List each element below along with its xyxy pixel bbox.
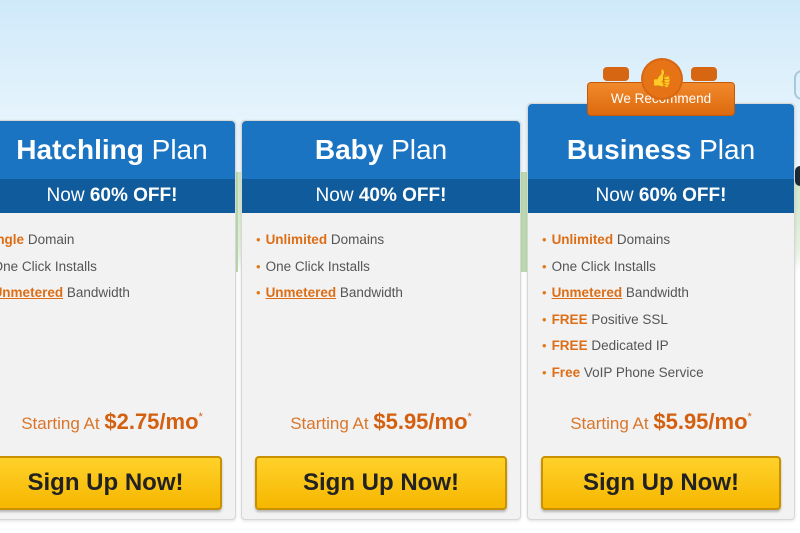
plan-suffix: Plan: [151, 134, 208, 165]
feature-text: Bandwidth: [63, 285, 130, 300]
plan-card-hatchling: Hatchling Plan Now 60% OFF! •ingle Domai…: [0, 120, 236, 520]
feature-item: • Free VoIP Phone Service: [542, 360, 794, 387]
discount-prefix: Now: [315, 185, 354, 206]
price-amount: $5.95/mo: [373, 409, 468, 434]
feature-link[interactable]: Unmetered: [0, 285, 63, 300]
price: Starting At $5.95/mo*: [528, 409, 794, 435]
bullet-icon: •: [542, 338, 547, 353]
feature-item: •One Click Installs: [256, 254, 520, 281]
bullet-icon: •: [256, 285, 261, 300]
feature-text: FREE: [551, 338, 588, 353]
feature-text: ingle: [0, 232, 25, 247]
edge-decoration: [795, 166, 800, 186]
feature-item: • FREE Positive SSL: [542, 307, 794, 334]
sign-up-button[interactable]: Sign Up Now!: [255, 456, 507, 510]
feature-list: •ingle Domain•One Click Installs•Unmeter…: [0, 227, 235, 307]
feature-text: Bandwidth: [336, 285, 403, 300]
discount-prefix: Now: [595, 185, 634, 206]
price: Starting At $5.95/mo*: [242, 409, 520, 435]
feature-text: VoIP Phone Service: [580, 364, 704, 380]
thumbs-up-icon: 👍: [643, 60, 681, 98]
feature-text: Domain: [24, 232, 75, 247]
price: Starting At $2.75/mo*: [0, 409, 235, 435]
plan-suffix: Plan: [391, 134, 448, 165]
discount-banner: Now 40% OFF!: [242, 179, 520, 213]
feature-item: •Unmetered Bandwidth: [0, 280, 235, 307]
feature-text: One Click Installs: [551, 258, 656, 274]
discount-value: 60% OFF!: [638, 185, 727, 206]
price-amount: $5.95/mo: [653, 409, 748, 434]
price-prefix: Starting At: [570, 414, 649, 433]
ribbon-decoration: [603, 67, 629, 81]
feature-item: •One Click Installs: [0, 254, 235, 281]
bullet-icon: •: [542, 232, 547, 247]
sign-up-button[interactable]: Sign Up Now!: [0, 456, 222, 510]
feature-text: Unlimited: [265, 232, 328, 247]
bullet-icon: •: [542, 258, 547, 274]
bullet-icon: •: [542, 311, 547, 327]
feature-item: • Unlimited Domains: [542, 227, 794, 254]
plan-name: Business: [566, 134, 692, 165]
price-footnote-mark: *: [198, 411, 203, 423]
feature-item: • Unlimited Domains: [256, 227, 520, 254]
feature-text: Domains: [327, 232, 385, 247]
sign-up-button[interactable]: Sign Up Now!: [541, 456, 781, 510]
edge-decoration: [794, 70, 800, 100]
feature-item: •ingle Domain: [0, 227, 235, 254]
feature-item: •One Click Installs: [542, 254, 794, 281]
ribbon-decoration: [691, 67, 717, 81]
feature-list: • Unlimited Domains • One Click Installs • Un…: [528, 227, 794, 386]
price-footnote-mark: *: [747, 411, 752, 423]
plan-suffix: Plan: [699, 134, 756, 165]
bullet-icon: •: [256, 232, 261, 247]
price-prefix: Starting At: [290, 414, 369, 433]
feature-text: FREE: [551, 311, 588, 327]
feature-link[interactable]: Unmetered: [552, 285, 623, 300]
bullet-icon: •: [542, 364, 547, 380]
price-amount: $2.75/mo: [104, 409, 199, 434]
bullet-icon: •: [542, 285, 547, 300]
feature-text: Domains: [613, 232, 671, 247]
discount-banner: Now 60% OFF!: [0, 179, 235, 213]
plan-card-baby: Baby Plan Now 40% OFF! • Unlimited Domain…: [241, 120, 521, 520]
feature-item: • Unmetered Bandwidth: [542, 280, 794, 307]
feature-text: One Click Installs: [0, 258, 97, 274]
plan-name: Hatchling: [16, 134, 144, 165]
plan-title: Baby Plan: [242, 121, 520, 179]
discount-prefix: Now: [46, 185, 85, 206]
bullet-icon: •: [256, 258, 261, 274]
plan-title: Hatchling Plan: [0, 121, 235, 179]
feature-text: Positive SSL: [587, 311, 668, 327]
feature-text: Unlimited: [551, 232, 614, 247]
plan-name: Baby: [314, 134, 384, 165]
plan-card-business: Business Plan Now 60% OFF! • Unlimited Do…: [527, 103, 795, 520]
feature-text: Dedicated IP: [587, 338, 669, 353]
feature-text: One Click Installs: [265, 258, 370, 274]
feature-list: • Unlimited Domains • One Click Installs • Un…: [242, 227, 520, 307]
discount-banner: Now 60% OFF!: [528, 179, 794, 213]
feature-item: • FREE Dedicated IP: [542, 333, 794, 360]
price-footnote-mark: *: [467, 411, 472, 423]
feature-item: • Unmetered Bandwidth: [256, 280, 520, 307]
discount-value: 40% OFF!: [358, 185, 447, 206]
discount-value: 60% OFF!: [89, 185, 178, 206]
price-prefix: Starting At: [21, 414, 100, 433]
feature-text: Bandwidth: [622, 285, 689, 300]
recommend-ribbon: We Recommend 👍: [587, 57, 735, 116]
feature-text: Free: [551, 364, 581, 380]
feature-link[interactable]: Unmetered: [266, 285, 337, 300]
